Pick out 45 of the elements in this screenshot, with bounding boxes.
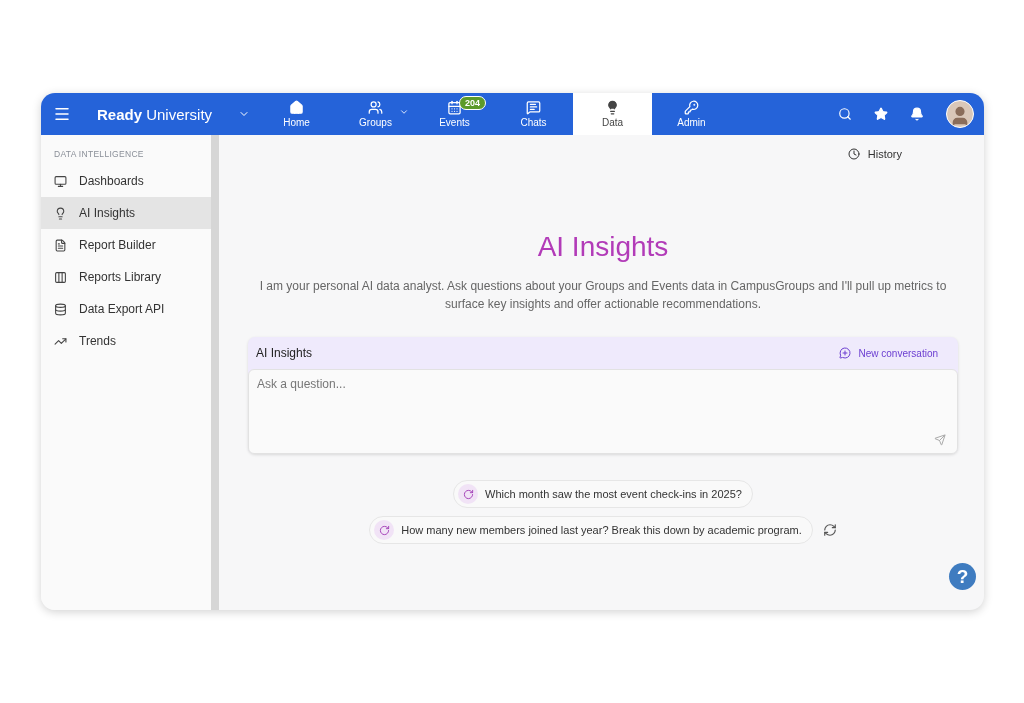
nav-tab[interactable]: Data [573,93,652,135]
sidebar-heading: DATA INTELLIGENCE [53,149,145,161]
chat-plus-icon [838,347,851,359]
columns-icon [54,270,67,284]
lightbulb-icon [605,100,620,115]
suggestion-chip[interactable]: How many new members joined last year? Break this down by academic program. [369,516,813,544]
nav-tab[interactable]: Admin [652,93,731,135]
home-icon [289,100,304,115]
count-badge: 204 [459,96,487,110]
sidebar-item[interactable]: AI Insights [41,197,211,229]
nav-tab[interactable]: Chats [494,93,573,135]
sidebar-item[interactable]: Reports Library [41,261,211,293]
people-icon [368,100,383,115]
nav-tab[interactable]: Home [257,93,336,135]
scrollbar[interactable] [211,135,219,610]
chat-title: AI Insights [256,346,313,360]
database-icon [54,302,67,316]
avatar[interactable] [946,100,974,128]
page-title: AI Insights [537,231,669,263]
question-field[interactable]: Ask a question... [248,369,958,454]
intro-text: I am your personal AI data analyst. Ask questions about your Groups and Events data in CampusGroups and I'll pull up metrics to surface key insights and offer actionable recommendations. [258,278,948,313]
monitor-icon [54,174,67,188]
caret-icon[interactable] [399,107,409,117]
help-button[interactable]: ? [949,563,976,590]
refresh-button[interactable] [822,523,837,537]
chat-icon [526,100,541,115]
brand-name[interactable]: Ready University [97,105,213,123]
sidebar-item[interactable]: Report Builder [41,229,211,261]
search-button[interactable] [838,107,852,121]
nav-tab[interactable]: Events 204 [415,93,494,135]
lightbulb-icon [54,206,67,220]
document-icon [54,238,67,252]
sidebar-item[interactable]: Dashboards [41,165,211,197]
menu-button[interactable] [53,105,71,123]
history-button[interactable]: History [841,147,908,161]
bell-button[interactable] [910,107,924,121]
sidebar-item[interactable]: Trends [41,325,211,357]
calendar-icon [447,100,462,115]
nav-tab[interactable]: Groups [336,93,415,135]
star-button[interactable] [874,107,888,121]
new-conversation-button[interactable]: New conversation [832,346,944,360]
key-icon [684,100,699,115]
clock-icon [847,148,860,160]
suggestion-chip[interactable]: Which month saw the most event check-ins in 2025? [453,480,753,508]
sidebar-item[interactable]: Data Export API [41,293,211,325]
